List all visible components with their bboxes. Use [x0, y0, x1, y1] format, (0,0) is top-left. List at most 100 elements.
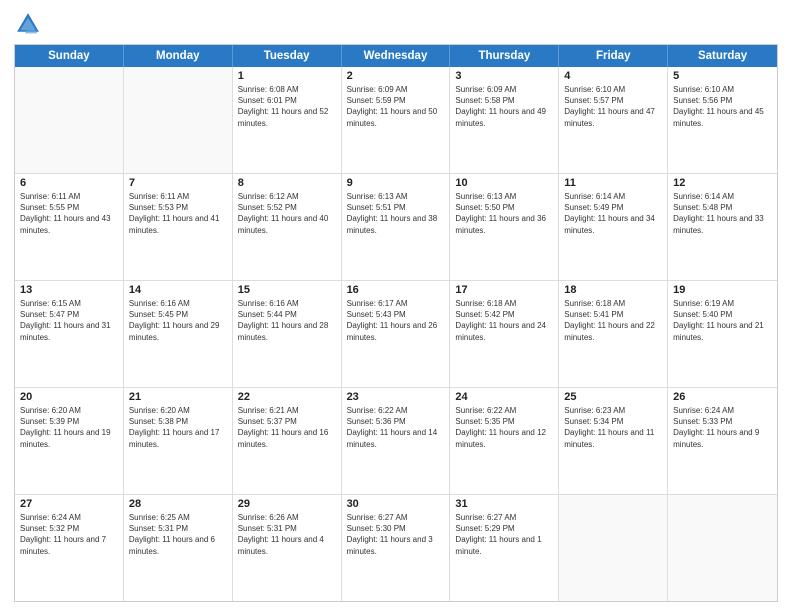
day-number: 19: [673, 284, 772, 296]
day-number: 3: [455, 70, 553, 82]
day-info: Sunrise: 6:11 AM Sunset: 5:55 PM Dayligh…: [20, 191, 118, 236]
calendar-cell-22: 22Sunrise: 6:21 AM Sunset: 5:37 PM Dayli…: [233, 388, 342, 494]
day-number: 7: [129, 177, 227, 189]
calendar-cell-5: 5 Sunrise: 6:10 AM Sunset: 5:56 PM Daylig…: [668, 67, 777, 173]
day-info: Sunrise: 6:13 AM Sunset: 5:51 PM Dayligh…: [347, 191, 445, 236]
day-info: Sunrise: 6:18 AM Sunset: 5:42 PM Dayligh…: [455, 298, 553, 343]
calendar-cell-2: 2 Sunrise: 6:09 AM Sunset: 5:59 PM Daylig…: [342, 67, 451, 173]
day-info: Sunrise: 6:15 AM Sunset: 5:47 PM Dayligh…: [20, 298, 118, 343]
day-info: Sunrise: 6:20 AM Sunset: 5:39 PM Dayligh…: [20, 405, 118, 450]
calendar-header: SundayMondayTuesdayWednesdayThursdayFrid…: [15, 45, 777, 67]
day-number: 27: [20, 498, 118, 510]
calendar-cell-25: 25 Sunrise: 6:23 AM Sunset: 5:34 PM Dayli…: [559, 388, 668, 494]
calendar-cell-26: 26 Sunrise: 6:24 AM Sunset: 5:33 PM Dayli…: [668, 388, 777, 494]
day-info: Sunrise: 6:08 AM Sunset: 6:01 PM Dayligh…: [238, 84, 336, 129]
calendar-cell-4: 4 Sunrise: 6:10 AM Sunset: 5:57 PM Daylig…: [559, 67, 668, 173]
day-number: 10: [455, 177, 553, 189]
day-info: Sunrise: 6:14 AM Sunset: 5:48 PM Dayligh…: [673, 191, 772, 236]
day-info: Sunrise: 6:10 AM Sunset: 5:57 PM Dayligh…: [564, 84, 662, 129]
day-info: Sunrise: 6:24 AM Sunset: 5:33 PM Dayligh…: [673, 405, 772, 450]
day-number: 29: [238, 498, 336, 510]
calendar-row-4: 27 Sunrise: 6:24 AM Sunset: 5:32 PM Dayli…: [15, 494, 777, 601]
calendar-cell-17: 17 Sunrise: 6:18 AM Sunset: 5:42 PM Dayli…: [450, 281, 559, 387]
calendar-cell-14: 14Sunrise: 6:16 AM Sunset: 5:45 PM Dayli…: [124, 281, 233, 387]
calendar-cell-24: 24Sunrise: 6:22 AM Sunset: 5:35 PM Dayli…: [450, 388, 559, 494]
calendar-cell-9: 9 Sunrise: 6:13 AM Sunset: 5:51 PM Daylig…: [342, 174, 451, 280]
day-number: 18: [564, 284, 662, 296]
calendar-cell-10: 10 Sunrise: 6:13 AM Sunset: 5:50 PM Dayli…: [450, 174, 559, 280]
day-info: Sunrise: 6:09 AM Sunset: 5:58 PM Dayligh…: [455, 84, 553, 129]
calendar-cell-1: 1 Sunrise: 6:08 AM Sunset: 6:01 PM Daylig…: [233, 67, 342, 173]
day-info: Sunrise: 6:26 AM Sunset: 5:31 PM Dayligh…: [238, 512, 336, 557]
calendar-cell-13: 13 Sunrise: 6:15 AM Sunset: 5:47 PM Dayli…: [15, 281, 124, 387]
calendar-cell-empty-1: [124, 67, 233, 173]
day-number: 28: [129, 498, 227, 510]
day-info: Sunrise: 6:20 AM Sunset: 5:38 PM Dayligh…: [129, 405, 227, 450]
calendar-cell-18: 18 Sunrise: 6:18 AM Sunset: 5:41 PM Dayli…: [559, 281, 668, 387]
calendar-cell-30: 30 Sunrise: 6:27 AM Sunset: 5:30 PM Dayli…: [342, 495, 451, 601]
calendar-cell-empty-5: [559, 495, 668, 601]
calendar-cell-20: 20 Sunrise: 6:20 AM Sunset: 5:39 PM Dayli…: [15, 388, 124, 494]
calendar-cell-7: 7 Sunrise: 6:11 AM Sunset: 5:53 PM Daylig…: [124, 174, 233, 280]
day-info: Sunrise: 6:10 AM Sunset: 5:56 PM Dayligh…: [673, 84, 772, 129]
day-number: 25: [564, 391, 662, 403]
day-info: Sunrise: 6:22 AM Sunset: 5:36 PM Dayligh…: [347, 405, 445, 450]
day-number: 2: [347, 70, 445, 82]
day-info: Sunrise: 6:27 AM Sunset: 5:29 PM Dayligh…: [455, 512, 553, 557]
day-number: 24: [455, 391, 553, 403]
day-info: Sunrise: 6:09 AM Sunset: 5:59 PM Dayligh…: [347, 84, 445, 129]
day-info: Sunrise: 6:11 AM Sunset: 5:53 PM Dayligh…: [129, 191, 227, 236]
calendar-cell-empty-6: [668, 495, 777, 601]
calendar-cell-23: 23 Sunrise: 6:22 AM Sunset: 5:36 PM Dayli…: [342, 388, 451, 494]
calendar-row-0: 1 Sunrise: 6:08 AM Sunset: 6:01 PM Daylig…: [15, 67, 777, 173]
calendar-row-1: 6 Sunrise: 6:11 AM Sunset: 5:55 PM Daylig…: [15, 173, 777, 280]
day-info: Sunrise: 6:21 AM Sunset: 5:37 PM Dayligh…: [238, 405, 336, 450]
day-info: Sunrise: 6:24 AM Sunset: 5:32 PM Dayligh…: [20, 512, 118, 557]
day-number: 11: [564, 177, 662, 189]
day-number: 13: [20, 284, 118, 296]
day-number: 23: [347, 391, 445, 403]
weekday-header-saturday: Saturday: [668, 45, 777, 67]
weekday-header-tuesday: Tuesday: [233, 45, 342, 67]
calendar-cell-16: 16 Sunrise: 6:17 AM Sunset: 5:43 PM Dayli…: [342, 281, 451, 387]
calendar-cell-27: 27 Sunrise: 6:24 AM Sunset: 5:32 PM Dayli…: [15, 495, 124, 601]
day-info: Sunrise: 6:23 AM Sunset: 5:34 PM Dayligh…: [564, 405, 662, 450]
calendar-cell-31: 31 Sunrise: 6:27 AM Sunset: 5:29 PM Dayli…: [450, 495, 559, 601]
calendar-cell-15: 15Sunrise: 6:16 AM Sunset: 5:44 PM Dayli…: [233, 281, 342, 387]
weekday-header-friday: Friday: [559, 45, 668, 67]
calendar-row-2: 13 Sunrise: 6:15 AM Sunset: 5:47 PM Dayli…: [15, 280, 777, 387]
calendar-cell-21: 21 Sunrise: 6:20 AM Sunset: 5:38 PM Dayli…: [124, 388, 233, 494]
day-info: Sunrise: 6:27 AM Sunset: 5:30 PM Dayligh…: [347, 512, 445, 557]
day-info: Sunrise: 6:12 AM Sunset: 5:52 PM Dayligh…: [238, 191, 336, 236]
page-header: [14, 10, 778, 38]
day-number: 17: [455, 284, 553, 296]
day-number: 5: [673, 70, 772, 82]
day-number: 9: [347, 177, 445, 189]
weekday-header-wednesday: Wednesday: [342, 45, 451, 67]
day-number: 31: [455, 498, 553, 510]
day-number: 4: [564, 70, 662, 82]
logo-icon: [14, 10, 42, 38]
calendar-cell-29: 29 Sunrise: 6:26 AM Sunset: 5:31 PM Dayli…: [233, 495, 342, 601]
day-number: 20: [20, 391, 118, 403]
day-number: 8: [238, 177, 336, 189]
day-info: Sunrise: 6:13 AM Sunset: 5:50 PM Dayligh…: [455, 191, 553, 236]
calendar-cell-3: 3 Sunrise: 6:09 AM Sunset: 5:58 PM Daylig…: [450, 67, 559, 173]
day-info: Sunrise: 6:19 AM Sunset: 5:40 PM Dayligh…: [673, 298, 772, 343]
day-number: 16: [347, 284, 445, 296]
day-info: Sunrise: 6:18 AM Sunset: 5:41 PM Dayligh…: [564, 298, 662, 343]
logo: [14, 10, 46, 38]
day-info: Sunrise: 6:17 AM Sunset: 5:43 PM Dayligh…: [347, 298, 445, 343]
day-info: Sunrise: 6:25 AM Sunset: 5:31 PM Dayligh…: [129, 512, 227, 557]
calendar-cell-28: 28 Sunrise: 6:25 AM Sunset: 5:31 PM Dayli…: [124, 495, 233, 601]
calendar-body: 1 Sunrise: 6:08 AM Sunset: 6:01 PM Daylig…: [15, 67, 777, 601]
day-number: 1: [238, 70, 336, 82]
calendar-cell-6: 6 Sunrise: 6:11 AM Sunset: 5:55 PM Daylig…: [15, 174, 124, 280]
day-number: 14: [129, 284, 227, 296]
calendar-cell-12: 12 Sunrise: 6:14 AM Sunset: 5:48 PM Dayli…: [668, 174, 777, 280]
day-number: 26: [673, 391, 772, 403]
day-number: 21: [129, 391, 227, 403]
day-number: 30: [347, 498, 445, 510]
day-number: 12: [673, 177, 772, 189]
day-number: 6: [20, 177, 118, 189]
